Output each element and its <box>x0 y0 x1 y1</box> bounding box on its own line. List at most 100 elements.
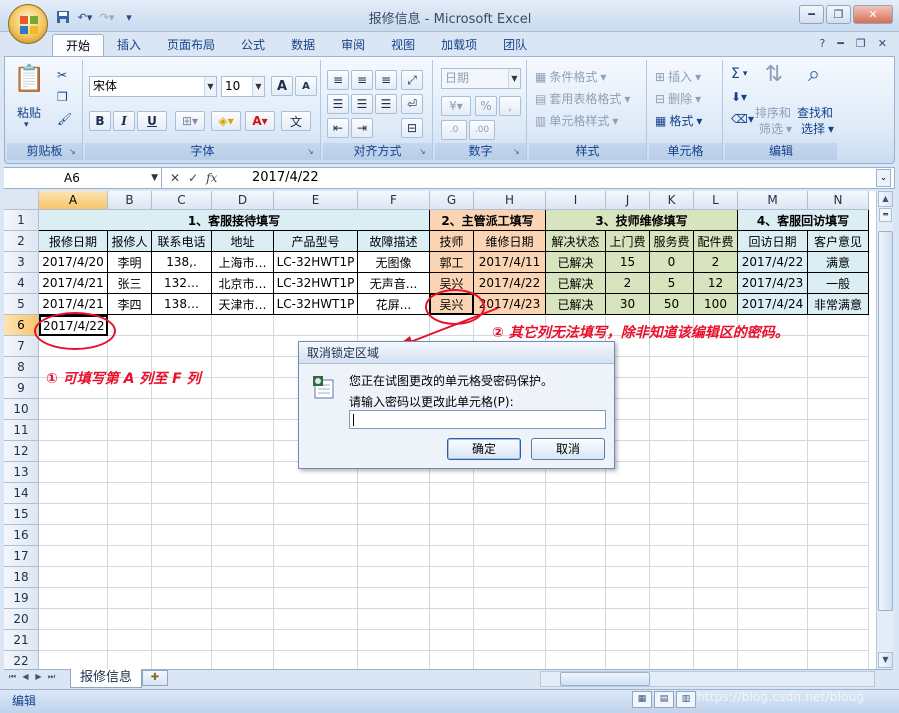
column-header-j[interactable]: J <box>606 191 650 210</box>
column-header-g[interactable]: G <box>430 191 474 210</box>
grid-cell[interactable] <box>606 567 650 588</box>
column-title-k[interactable]: 服务费 <box>650 231 694 252</box>
alignment-launcher-icon[interactable]: ↘ <box>419 147 429 157</box>
data-cell-i5[interactable]: 已解决 <box>546 294 606 315</box>
grid-cell[interactable] <box>108 420 152 441</box>
cut-icon[interactable]: ✂ <box>57 68 67 82</box>
grid-cell[interactable] <box>430 630 474 651</box>
grid-cell[interactable] <box>212 483 274 504</box>
grid-cell[interactable] <box>152 546 212 567</box>
grid-cell[interactable] <box>650 546 694 567</box>
shrink-font-button[interactable]: A <box>295 76 317 96</box>
grid-cell[interactable] <box>430 483 474 504</box>
grid-cell[interactable] <box>474 567 546 588</box>
grid-cell[interactable] <box>738 525 808 546</box>
decrease-indent-icon[interactable]: ⇤ <box>327 118 349 138</box>
grid-cell[interactable] <box>39 441 108 462</box>
grid-cell[interactable] <box>694 588 738 609</box>
grid-cell[interactable] <box>108 462 152 483</box>
close-icon[interactable]: ✕ <box>853 5 893 24</box>
grid-cell[interactable] <box>546 651 606 669</box>
wb-restore-icon[interactable]: ❐ <box>856 37 866 50</box>
insert-sheet-icon[interactable]: ✚ <box>142 670 168 686</box>
grid-cell[interactable] <box>738 588 808 609</box>
grid-cell[interactable] <box>430 504 474 525</box>
grid-cell[interactable] <box>212 609 274 630</box>
grid-cell[interactable] <box>546 567 606 588</box>
grid-cell[interactable] <box>546 525 606 546</box>
column-header-a[interactable]: A <box>39 191 108 210</box>
grid-cell[interactable] <box>650 399 694 420</box>
grid-cell[interactable] <box>39 399 108 420</box>
grid-cell[interactable] <box>430 588 474 609</box>
office-button[interactable] <box>8 4 48 44</box>
comma-button[interactable]: , <box>499 96 521 116</box>
grid-cell[interactable] <box>808 315 869 336</box>
font-name-select[interactable]: 宋体 ▼ <box>89 76 217 97</box>
grid-cell[interactable] <box>694 441 738 462</box>
grid-cell[interactable] <box>108 546 152 567</box>
formula-input[interactable]: 2017/4/22 <box>252 168 319 188</box>
column-header-l[interactable]: L <box>694 191 738 210</box>
grid-cell[interactable] <box>738 630 808 651</box>
data-cell-g3[interactable]: 郭工 <box>430 252 474 273</box>
grid-cell[interactable] <box>358 525 430 546</box>
conditional-format-button[interactable]: ▦ 条件格式 ▾ <box>535 68 606 85</box>
grid-cell[interactable] <box>39 546 108 567</box>
number-format-select[interactable]: 日期 ▼ <box>441 68 521 89</box>
grid-cell[interactable] <box>474 525 546 546</box>
grid-cell[interactable] <box>212 378 274 399</box>
row-header-11[interactable]: 11 <box>4 420 39 441</box>
data-cell-a4[interactable]: 2017/4/21 <box>39 273 108 294</box>
column-title-i[interactable]: 解决状态 <box>546 231 606 252</box>
grid-cell[interactable] <box>650 609 694 630</box>
grid-cell[interactable] <box>212 399 274 420</box>
grid-cell[interactable] <box>430 651 474 669</box>
data-cell-l3[interactable]: 2 <box>694 252 738 273</box>
grid-cell[interactable] <box>358 588 430 609</box>
grid-cell[interactable] <box>358 546 430 567</box>
grid-cell[interactable] <box>108 504 152 525</box>
grow-font-button[interactable]: A <box>271 76 293 96</box>
grid-cell[interactable] <box>39 420 108 441</box>
grid-cell[interactable] <box>474 504 546 525</box>
align-middle-icon[interactable]: ≡ <box>351 70 373 90</box>
delete-cells-button[interactable]: ⊟ 删除 ▾ <box>655 90 701 107</box>
tab-team[interactable]: 团队 <box>490 34 540 56</box>
column-header-f[interactable]: F <box>358 191 430 210</box>
grid-cell[interactable] <box>212 357 274 378</box>
scroll-up-icon[interactable]: ▲ <box>878 191 893 207</box>
grid-cell[interactable] <box>650 525 694 546</box>
select-all-corner[interactable] <box>4 191 39 210</box>
row-header-14[interactable]: 14 <box>4 483 39 504</box>
grid-cell[interactable] <box>808 546 869 567</box>
grid-cell[interactable] <box>108 336 152 357</box>
row-header-12[interactable]: 12 <box>4 441 39 462</box>
column-header-n[interactable]: N <box>808 191 869 210</box>
grid-cell[interactable] <box>694 378 738 399</box>
data-cell-e4[interactable]: LC-32HWT1P <box>274 273 358 294</box>
expand-formula-icon[interactable]: ⌄ <box>876 169 891 187</box>
grid-cell[interactable] <box>650 504 694 525</box>
grid-cell[interactable] <box>358 483 430 504</box>
grid-cell[interactable] <box>39 588 108 609</box>
column-title-l[interactable]: 配件费 <box>694 231 738 252</box>
grid-cell[interactable] <box>738 378 808 399</box>
page-layout-view-icon[interactable]: ▤ <box>654 691 674 708</box>
grid-cell[interactable] <box>358 651 430 669</box>
column-title-g[interactable]: 技师 <box>430 231 474 252</box>
grid-cell[interactable] <box>212 462 274 483</box>
grid-cell[interactable] <box>474 483 546 504</box>
data-cell-b5[interactable]: 李四 <box>108 294 152 315</box>
data-cell-c5[interactable]: 138… <box>152 294 212 315</box>
grid-cell[interactable] <box>212 420 274 441</box>
find-select-label-2[interactable]: 选择 ▾ <box>801 120 834 137</box>
data-cell-d3[interactable]: 上海市… <box>212 252 274 273</box>
grid-cell[interactable] <box>358 630 430 651</box>
grid-cell[interactable] <box>108 441 152 462</box>
grid-cell[interactable] <box>212 315 274 336</box>
grid-cell[interactable] <box>152 630 212 651</box>
column-title-e[interactable]: 产品型号 <box>274 231 358 252</box>
maximize-icon[interactable]: ❐ <box>826 5 851 24</box>
column-title-a[interactable]: 报修日期 <box>39 231 108 252</box>
